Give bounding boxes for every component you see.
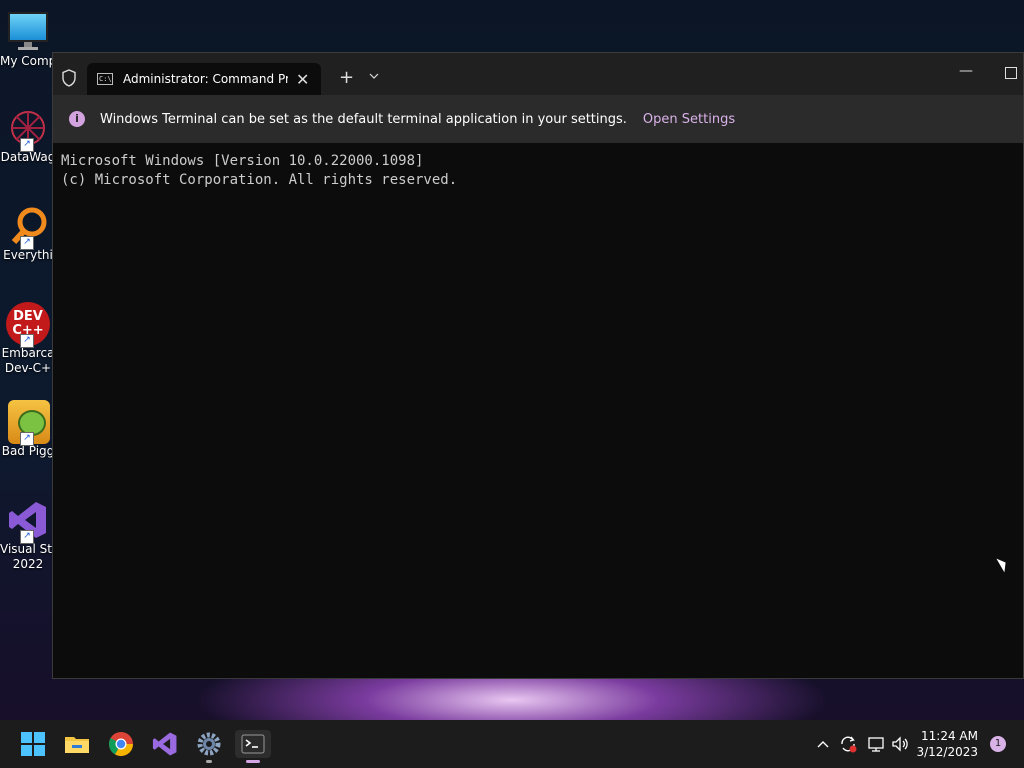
- title-bar[interactable]: C:\ Administrator: Command Prc ✕ + —: [53, 53, 1023, 95]
- visual-studio-icon: [152, 732, 177, 756]
- network-button[interactable]: [866, 720, 886, 768]
- taskbar-terminal[interactable]: [235, 730, 271, 763]
- sync-status-button[interactable]: [838, 720, 858, 768]
- file-explorer-icon: [65, 737, 89, 753]
- show-hidden-icons-button[interactable]: [816, 720, 830, 768]
- taskbar-file-explorer[interactable]: [63, 730, 91, 758]
- chevron-up-icon: [817, 741, 829, 748]
- start-button[interactable]: [19, 730, 47, 758]
- info-icon: i: [69, 111, 85, 127]
- desktop-icon-datawag[interactable]: ↗ DataWag: [0, 106, 56, 165]
- clock-time: 11:24 AM: [921, 729, 978, 743]
- shortcut-arrow-icon: ↗: [20, 530, 34, 544]
- shortcut-arrow-icon: ↗: [20, 138, 34, 152]
- close-tab-button[interactable]: ✕: [296, 70, 309, 89]
- speaker-icon: [892, 736, 908, 752]
- desktop-icon-bad-piggies[interactable]: ↗ Bad Pigg: [0, 400, 56, 459]
- tab-title: Administrator: Command Prc: [123, 72, 288, 86]
- tab-dropdown-button[interactable]: [369, 69, 379, 83]
- desktop-icon-label: DataWag: [0, 150, 56, 164]
- shortcut-arrow-icon: ↗: [20, 334, 34, 348]
- taskbar-visual-studio[interactable]: [151, 730, 179, 758]
- maximize-button[interactable]: [1005, 67, 1017, 79]
- tab-command-prompt[interactable]: C:\ Administrator: Command Prc ✕: [87, 63, 321, 95]
- clock[interactable]: 11:24 AM 3/12/2023: [916, 728, 978, 760]
- open-settings-link[interactable]: Open Settings: [643, 112, 735, 127]
- desktop-icon-label: Bad Pigg: [1, 444, 55, 458]
- minimize-button[interactable]: —: [959, 63, 973, 79]
- notification-badge[interactable]: 1: [990, 736, 1006, 752]
- taskbar-chrome[interactable]: [107, 730, 135, 758]
- desktop-icon-label: My Comp: [0, 54, 56, 68]
- desktop-icon-label: Everythi: [3, 248, 53, 262]
- console-line: Microsoft Windows [Version 10.0.22000.10…: [61, 153, 424, 169]
- admin-shield-icon: [61, 69, 79, 89]
- desktop-icon-devcpp[interactable]: DEV C++ ↗ Embarca Dev-C+: [0, 302, 56, 376]
- sync-icon: [841, 736, 857, 753]
- settings-icon: [197, 732, 221, 756]
- monitor-icon: [6, 10, 50, 54]
- console-output[interactable]: Microsoft Windows [Version 10.0.22000.10…: [53, 143, 1023, 190]
- chevron-down-icon: [369, 73, 379, 79]
- command-prompt-icon: C:\: [97, 73, 113, 85]
- clock-date: 3/12/2023: [916, 745, 978, 759]
- devcpp-icon: DEV C++ ↗: [6, 302, 50, 348]
- desktop-icon-label: Visual Stu: [0, 542, 56, 556]
- start-icon: [19, 730, 47, 758]
- desktop-icon-my-computer[interactable]: My Comp: [0, 10, 56, 69]
- desktop-icon-label-line2: Dev-C+: [4, 361, 52, 375]
- datawag-icon: ↗: [6, 106, 50, 152]
- console-line: (c) Microsoft Corporation. All rights re…: [61, 172, 458, 188]
- chrome-icon: [108, 732, 133, 757]
- terminal-icon: [241, 734, 265, 754]
- active-indicator: [246, 760, 260, 763]
- visual-studio-icon: ↗: [6, 498, 50, 544]
- info-bar: i Windows Terminal can be set as the def…: [53, 95, 1023, 143]
- running-indicator: [206, 760, 212, 763]
- shortcut-arrow-icon: ↗: [20, 432, 34, 446]
- info-message: Windows Terminal can be set as the defau…: [100, 111, 627, 127]
- desktop-icon-everything[interactable]: ↗ Everythi: [0, 204, 56, 263]
- desktop-icon-label: Embarca: [1, 346, 55, 360]
- bad-piggies-icon: ↗: [6, 400, 50, 446]
- taskbar-settings[interactable]: [195, 730, 223, 763]
- desktop-icon-label-line2: 2022: [12, 557, 44, 571]
- new-tab-button[interactable]: +: [339, 67, 354, 88]
- taskbar: 11:24 AM 3/12/2023 1: [0, 720, 1024, 768]
- everything-search-icon: ↗: [6, 204, 50, 250]
- desktop-icon-visual-studio[interactable]: ↗ Visual Stu 2022: [0, 498, 56, 572]
- shortcut-arrow-icon: ↗: [20, 236, 34, 250]
- volume-button[interactable]: [890, 720, 910, 768]
- network-icon: [868, 737, 884, 752]
- terminal-window: C:\ Administrator: Command Prc ✕ + — i W…: [52, 52, 1024, 679]
